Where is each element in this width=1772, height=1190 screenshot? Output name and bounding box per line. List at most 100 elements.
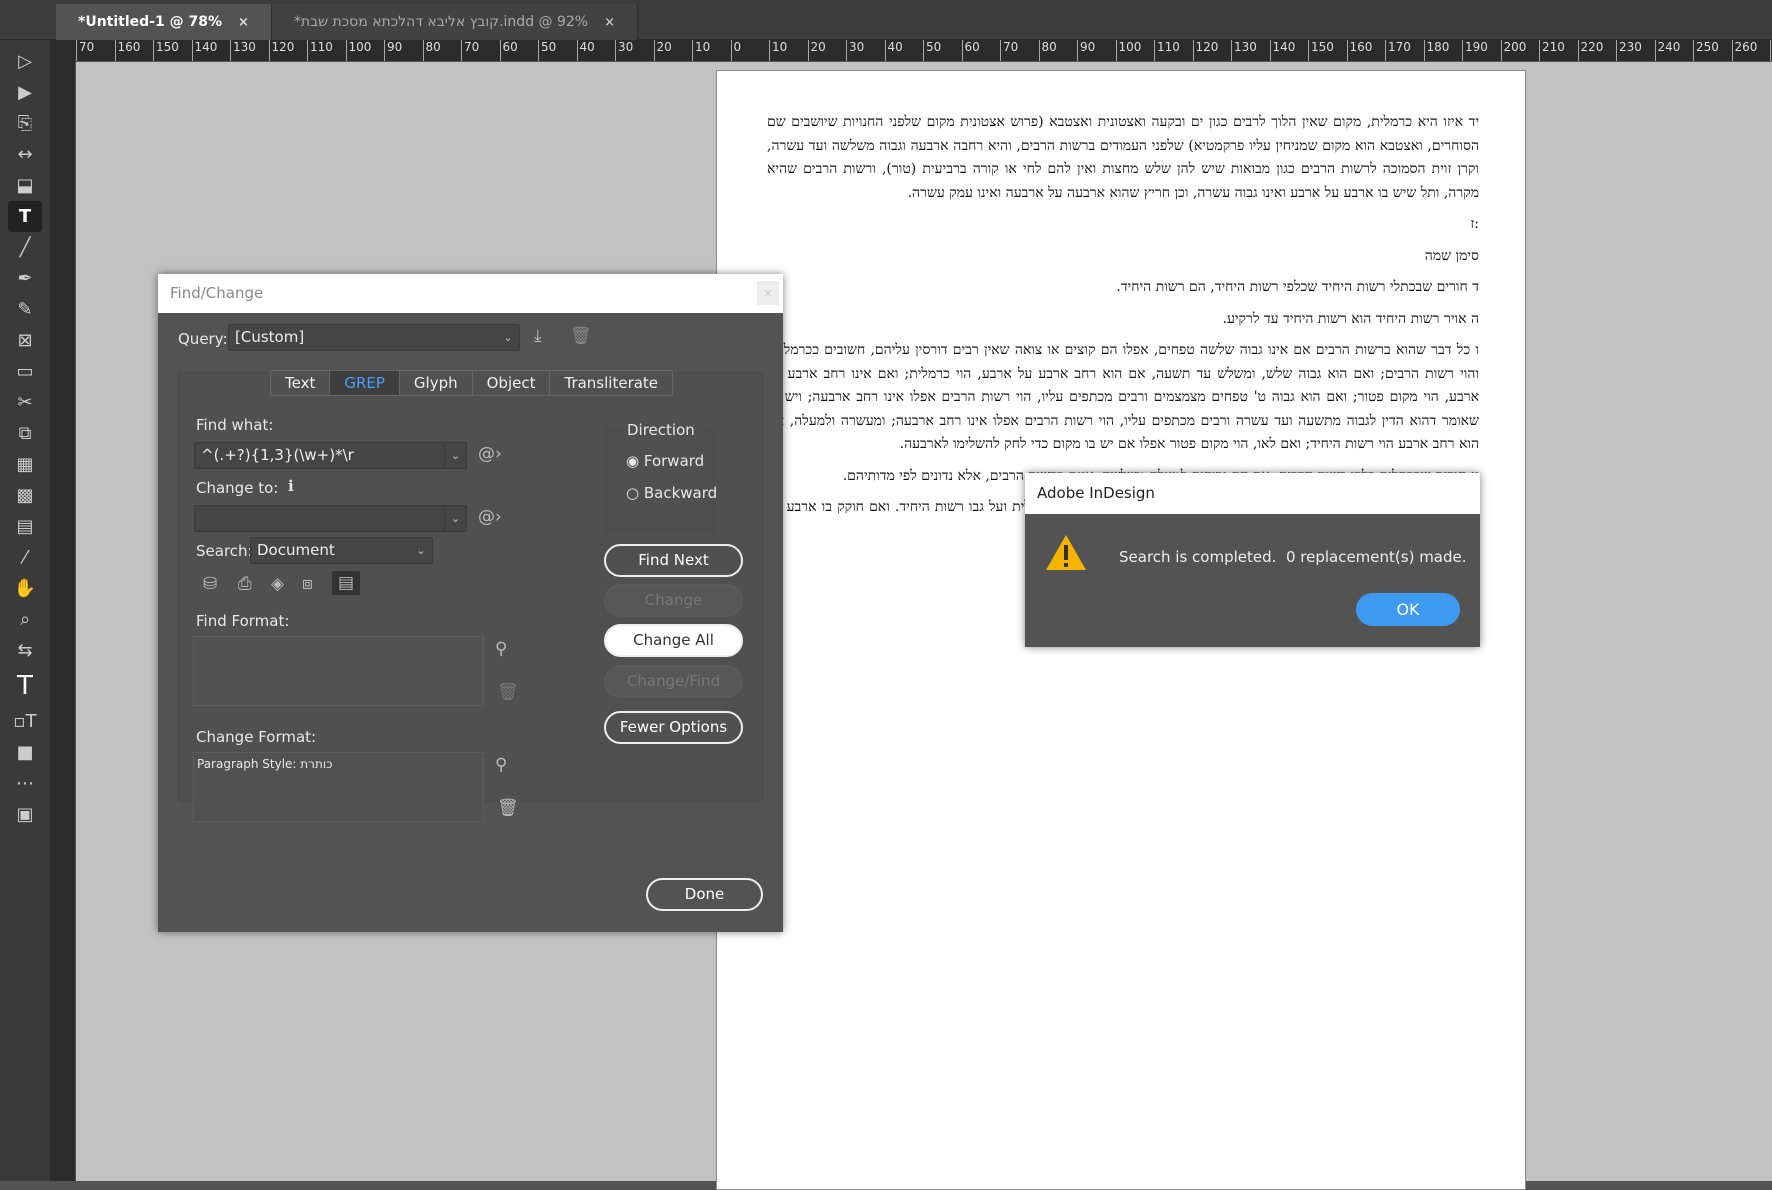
- delete-query-icon[interactable]: 🗑: [570, 326, 592, 346]
- formatting-container-icon[interactable]: ▫T: [8, 706, 42, 737]
- ruler-tick-label: 50: [538, 40, 577, 61]
- tab-glyph[interactable]: Glyph: [400, 371, 473, 395]
- ruler-tick-label: 180: [1423, 40, 1463, 61]
- page-tool-icon[interactable]: ⎘: [8, 108, 42, 139]
- find-format-label: Find Format:: [196, 612, 290, 630]
- ruler-tick-label: 70: [461, 40, 500, 61]
- search-scope-select[interactable]: Document ⌄: [250, 537, 433, 564]
- include-footnotes-icon[interactable]: ▤: [332, 571, 361, 595]
- find-format-box[interactable]: [193, 636, 484, 706]
- note-tool-icon[interactable]: ▤: [8, 511, 42, 542]
- close-icon[interactable]: ×: [757, 281, 779, 305]
- search-type-tabs: Text GREP Glyph Object Transliterate: [270, 370, 674, 396]
- alert-title: Adobe InDesign: [1025, 473, 1480, 514]
- ruler-tick-label: 70: [1000, 40, 1039, 61]
- tab-grep[interactable]: GREP: [330, 371, 400, 395]
- include-locked-layers-icon[interactable]: ⛁: [203, 574, 217, 594]
- specify-change-format-icon[interactable]: ⚲: [495, 755, 507, 775]
- special-characters-icon[interactable]: @›: [478, 444, 502, 464]
- pencil-tool-icon[interactable]: ✎: [8, 294, 42, 325]
- change-button[interactable]: Change: [604, 584, 743, 617]
- dialog-title: Find/Change: [170, 284, 264, 302]
- find-what-input[interactable]: ^(.+?){1,3}(\w+)*\r ⌄: [194, 442, 467, 469]
- document-paragraph: :ז: [1470, 216, 1479, 232]
- ruler-tick-label: 50: [923, 40, 962, 61]
- content-collector-icon[interactable]: ⬓: [8, 170, 42, 201]
- save-query-icon[interactable]: ⤓: [534, 326, 542, 346]
- tab-shabbat-indd[interactable]: *קובץ אליבא דהלכתא מסכת שבת.indd @ 92% ×: [271, 4, 639, 40]
- close-icon[interactable]: ×: [604, 15, 615, 30]
- ruler-tick-label: 250: [1693, 40, 1732, 61]
- ruler-tick-label: 260: [1731, 40, 1771, 61]
- gradient-feather-icon[interactable]: ▩: [8, 480, 42, 511]
- clear-change-format-icon[interactable]: 🗑: [497, 798, 519, 818]
- change-to-input[interactable]: ⌄: [194, 505, 467, 532]
- find-next-button[interactable]: Find Next: [604, 544, 743, 577]
- ruler-tick-label: 30: [846, 40, 885, 61]
- preview-mode-icon[interactable]: ⋯: [8, 768, 42, 799]
- tab-untitled-1[interactable]: *Untitled-1 @ 78% ×: [56, 4, 272, 40]
- tab-label: *Untitled-1 @ 78%: [78, 14, 222, 30]
- swap-fill-stroke-icon[interactable]: ⇆: [8, 635, 42, 666]
- document-paragraph: ו כל דבר שהוא ברשות הרבים אם אינו גבוה ש…: [767, 342, 1479, 452]
- ruler-tick-label: 240: [1654, 40, 1694, 61]
- ruler-tick-label: 20: [807, 40, 847, 61]
- include-locked-stories-icon[interactable]: ⎙: [238, 574, 252, 594]
- info-icon[interactable]: ℹ: [288, 477, 294, 495]
- close-icon[interactable]: ×: [238, 15, 249, 30]
- chevron-down-icon[interactable]: ⌄: [444, 443, 466, 468]
- special-characters-icon[interactable]: @›: [478, 507, 502, 527]
- clear-find-format-icon[interactable]: 🗑: [497, 682, 519, 702]
- line-tool-icon[interactable]: ╱: [8, 232, 42, 263]
- include-master-pages-icon[interactable]: ⧈: [302, 574, 313, 594]
- direct-selection-tool-icon[interactable]: ▶: [8, 77, 42, 108]
- screen-mode-icon[interactable]: ▣: [8, 799, 42, 830]
- ruler-tick-label: 210: [1539, 40, 1578, 61]
- fewer-options-button[interactable]: Fewer Options: [604, 711, 743, 744]
- tab-transliterate[interactable]: Transliterate: [550, 371, 672, 395]
- ruler-tick-label: 40: [884, 40, 924, 61]
- ruler-tick-label: 10: [769, 40, 808, 61]
- change-format-value: Paragraph Style: כותרת: [197, 757, 333, 771]
- warning-icon: [1046, 535, 1086, 570]
- done-button[interactable]: Done: [646, 878, 763, 911]
- rectangle-tool-icon[interactable]: ▭: [8, 356, 42, 387]
- normal-mode-icon[interactable]: ■: [8, 737, 42, 768]
- scissors-tool-icon[interactable]: ✂: [8, 387, 42, 418]
- transform-tool-icon[interactable]: ⧉: [8, 418, 42, 449]
- hand-tool-icon[interactable]: ✋: [8, 573, 42, 604]
- forward-radio[interactable]: ◉ Forward: [626, 452, 704, 470]
- document-paragraph: יד איזו היא כרמלית, מקום שאין הלוך לרבים…: [767, 114, 1479, 201]
- fill-stroke-icon[interactable]: T: [8, 666, 42, 706]
- specify-find-format-icon[interactable]: ⚲: [495, 639, 507, 659]
- change-all-button[interactable]: Change All: [604, 624, 743, 657]
- ruler-origin[interactable]: [51, 40, 76, 62]
- search-label: Search:: [196, 542, 253, 560]
- query-select[interactable]: [Custom] ⌄: [228, 324, 520, 351]
- ok-button[interactable]: OK: [1356, 593, 1460, 626]
- selection-tool-icon[interactable]: ▷: [8, 46, 42, 77]
- gradient-tool-icon[interactable]: ▦: [8, 449, 42, 480]
- zoom-tool-icon[interactable]: ⌕: [8, 604, 42, 635]
- change-format-box[interactable]: Paragraph Style: כותרת: [193, 752, 484, 822]
- backward-label: Backward: [643, 484, 718, 502]
- document-paragraph: ד חורים שבכתלי רשות היחיד שכלפי רשות היח…: [1116, 279, 1479, 295]
- gap-tool-icon[interactable]: ↔: [8, 139, 42, 170]
- tab-text[interactable]: Text: [271, 371, 331, 395]
- chevron-down-icon[interactable]: ⌄: [444, 506, 466, 531]
- include-hidden-layers-icon[interactable]: ◈: [271, 574, 284, 594]
- tab-label: *קובץ אליבא דהלכתא מסכת שבת.indd @ 92%: [293, 14, 589, 30]
- ruler-tick-label: 150: [1308, 40, 1347, 61]
- change-format-label: Change Format:: [196, 728, 317, 746]
- backward-radio[interactable]: ○ Backward: [626, 484, 717, 502]
- rectangle-frame-tool-icon[interactable]: ⊠: [8, 325, 42, 356]
- pen-tool-icon[interactable]: ✒: [8, 263, 42, 294]
- type-tool-icon[interactable]: T: [8, 201, 42, 232]
- change-find-button[interactable]: Change/Find: [604, 665, 743, 698]
- dialog-title-bar[interactable]: Find/Change ×: [158, 274, 783, 313]
- alert-message: Search is completed. 0 replacement(s) ma…: [1119, 548, 1467, 566]
- eyedropper-tool-icon[interactable]: ⁄: [8, 542, 42, 573]
- direction-group: [606, 430, 714, 530]
- tab-object[interactable]: Object: [473, 371, 551, 395]
- ruler-tick-label: 120: [268, 40, 308, 61]
